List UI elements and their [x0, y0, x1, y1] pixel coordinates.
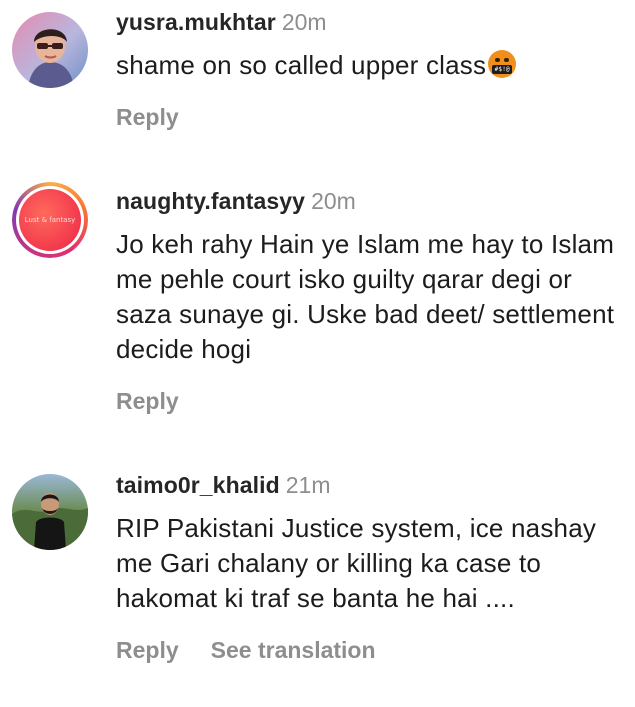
- reply-button[interactable]: Reply: [116, 387, 179, 415]
- comment-item: Lust & fantasy naughty.fantasyy 20m Jo ke…: [0, 170, 635, 450]
- avatar[interactable]: [12, 474, 88, 550]
- username[interactable]: naughty.fantasyy: [116, 188, 305, 214]
- reply-button[interactable]: Reply: [116, 636, 179, 664]
- timestamp: 20m: [311, 188, 356, 214]
- avatar-image: Lust & fantasy: [19, 189, 81, 251]
- see-translation-button[interactable]: See translation: [211, 636, 376, 664]
- timestamp: 21m: [285, 472, 331, 498]
- user-photo-icon: [12, 474, 88, 550]
- timestamp: 20m: [281, 9, 327, 35]
- avatar[interactable]: Lust & fantasy: [12, 182, 88, 258]
- comment-item: yusra.mukhtar 20m shame on so called uppe…: [0, 0, 635, 150]
- comment-text-content: shame on so called upper class: [116, 50, 487, 80]
- avatar-caption: Lust & fantasy: [24, 216, 76, 224]
- reply-button[interactable]: Reply: [116, 103, 179, 131]
- username[interactable]: yusra.mukhtar: [116, 9, 276, 35]
- comment-text: Jo keh rahy Hain ye Islam me hay to Isla…: [116, 229, 615, 364]
- username[interactable]: taimo0r_khalid: [116, 472, 280, 498]
- avatar[interactable]: [12, 12, 88, 88]
- face-with-symbols-on-mouth-emoji-icon: #$!@: [488, 50, 517, 78]
- comment-text: RIP Pakistani Justice system, ice nashay…: [116, 513, 597, 613]
- comment-item: taimo0r_khalid 21m RIP Pakistani Justice …: [0, 455, 635, 707]
- user-photo-icon: [12, 12, 88, 88]
- comment-text: shame on so called upper class #$!@: [116, 48, 621, 83]
